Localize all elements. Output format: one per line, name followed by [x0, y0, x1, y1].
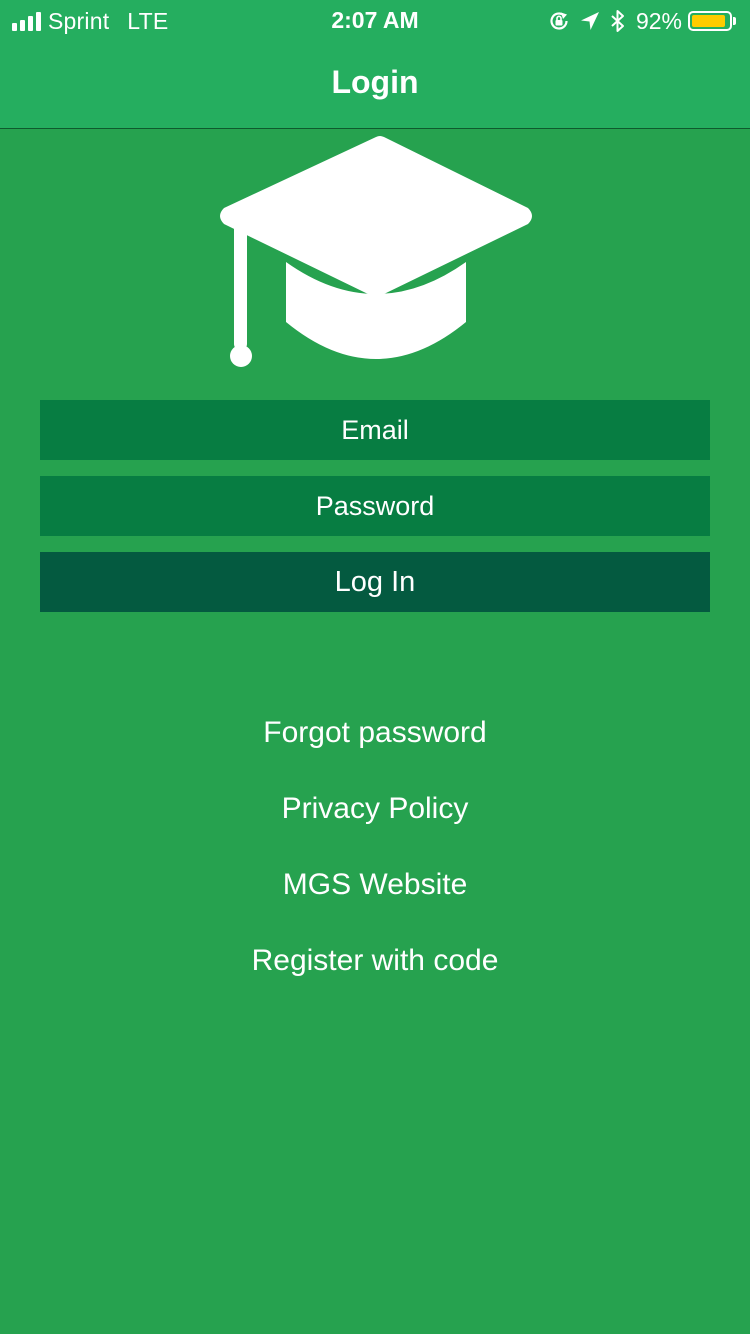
- password-field[interactable]: Password: [40, 476, 710, 536]
- status-right: 92%: [548, 8, 736, 34]
- battery-icon: [688, 11, 736, 31]
- battery-level: [692, 15, 726, 27]
- login-button[interactable]: Log In: [40, 552, 710, 612]
- status-bar: Sprint LTE 2:07 AM 92%: [0, 0, 750, 42]
- privacy-policy-link[interactable]: Privacy Policy: [0, 792, 750, 826]
- graduation-cap-icon: [214, 134, 538, 374]
- page-title: Login: [331, 64, 419, 100]
- register-with-code-link[interactable]: Register with code: [0, 944, 750, 978]
- email-field[interactable]: Email: [40, 400, 710, 460]
- location-arrow-icon: [580, 11, 600, 31]
- battery-percent: 92%: [635, 7, 682, 34]
- nav-bar: Login: [0, 42, 750, 129]
- website-link[interactable]: MGS Website: [0, 868, 750, 902]
- bluetooth-icon: [610, 9, 626, 33]
- orientation-lock-icon: [548, 10, 570, 32]
- forgot-password-link[interactable]: Forgot password: [0, 716, 750, 750]
